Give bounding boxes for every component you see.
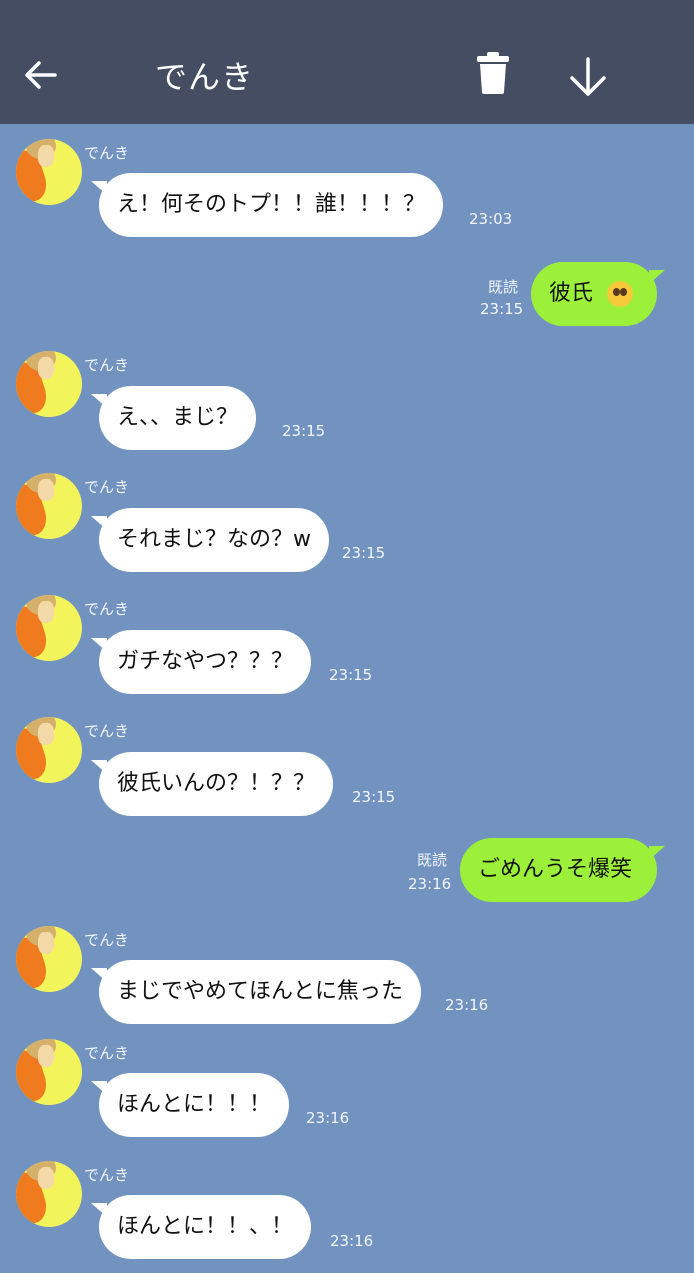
message-time: 23:15 [282, 422, 326, 440]
message-time: 23:16 [445, 996, 489, 1014]
sender-name: でんき [84, 1044, 130, 1062]
incoming-message-bubble[interactable]: え、、まじ？ [90, 386, 257, 450]
sender-name: でんき [84, 356, 130, 374]
sender-name: でんき [84, 478, 130, 496]
message-text: 彼氏 [549, 281, 594, 306]
chat-header: でんき [0, 0, 694, 124]
incoming-message-bubble[interactable]: ガチなやつ？？？ [90, 630, 312, 694]
message-time: 23:15 [480, 300, 524, 318]
message-time: 23:16 [306, 1109, 350, 1127]
sender-name: でんき [84, 931, 130, 949]
avatar[interactable] [16, 717, 82, 783]
incoming-message-bubble[interactable]: え！何そのトプ！！誰！！！？ [90, 173, 444, 237]
incoming-message-bubble[interactable]: まじでやめてほんとに焦った [90, 960, 422, 1024]
message-time: 23:03 [469, 210, 513, 228]
back-arrow-icon[interactable] [22, 56, 60, 94]
avatar[interactable] [16, 1039, 82, 1105]
avatar[interactable] [16, 1161, 82, 1227]
incoming-message-bubble[interactable]: ほんとに！！、！ [90, 1195, 312, 1259]
chat-title: でんき [155, 58, 255, 96]
message-time: 23:15 [342, 544, 386, 562]
arrow-down-icon[interactable] [566, 56, 610, 98]
avatar[interactable] [16, 351, 82, 417]
outgoing-message-bubble[interactable]: ごめんうそ爆笑 [460, 838, 665, 902]
read-receipt: 既読 [417, 851, 448, 869]
read-receipt: 既読 [488, 278, 519, 296]
message-time: 23:15 [352, 788, 396, 806]
incoming-message-bubble[interactable]: それまじ？なの？w [91, 508, 329, 572]
sender-name: でんき [84, 144, 130, 162]
outgoing-message-bubble[interactable]: 彼氏 [531, 262, 665, 326]
sender-name: でんき [84, 600, 130, 618]
message-time: 23:16 [408, 875, 452, 893]
avatar[interactable] [16, 595, 82, 661]
message-time: 23:15 [329, 666, 373, 684]
sender-name: でんき [84, 1166, 130, 1184]
incoming-message-bubble[interactable]: 彼氏いんの？！？？ [90, 752, 334, 816]
trash-icon[interactable] [476, 52, 510, 94]
message-time: 23:16 [330, 1232, 374, 1250]
incoming-message-bubble[interactable]: ほんとに！！！ [90, 1073, 290, 1137]
avatar[interactable] [16, 926, 82, 992]
sender-name: でんき [84, 722, 130, 740]
avatar[interactable] [16, 473, 82, 539]
avatar[interactable] [16, 139, 82, 205]
pleading-face-emoji-icon [607, 281, 634, 307]
